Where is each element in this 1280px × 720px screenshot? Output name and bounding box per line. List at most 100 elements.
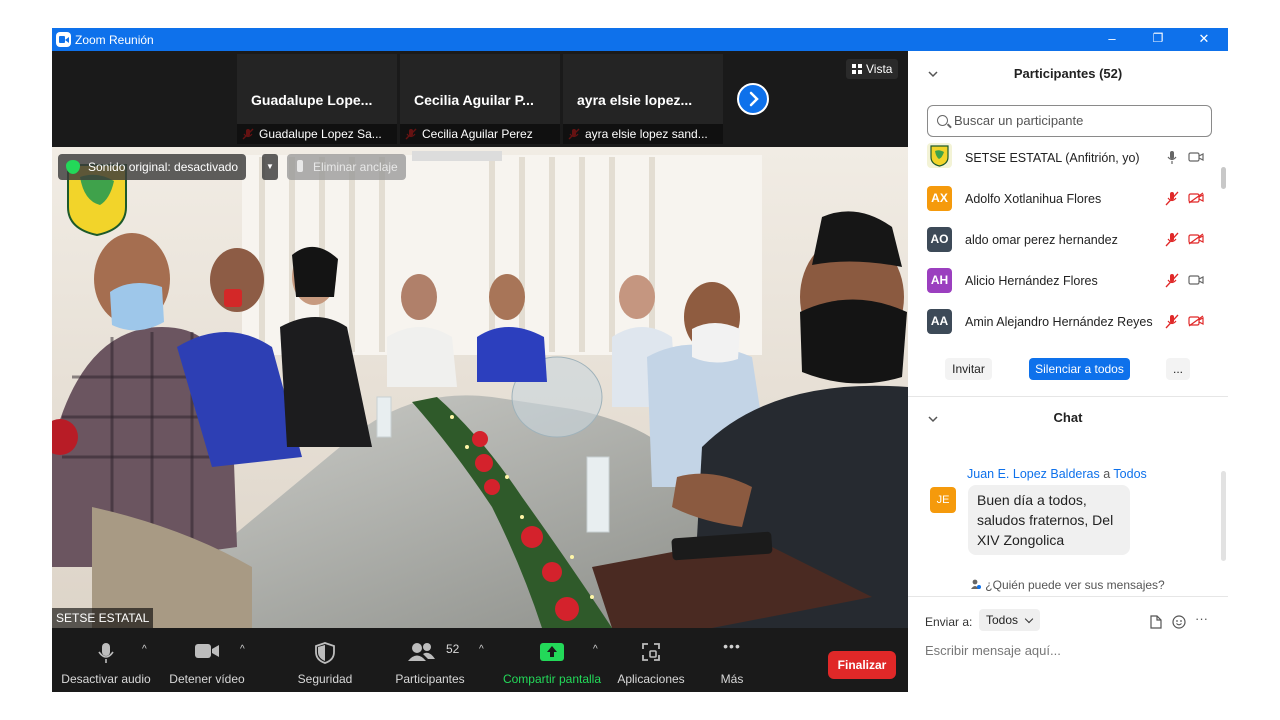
mic-muted-icon[interactable] bbox=[1165, 232, 1179, 247]
stop-video-label: Detener vídeo bbox=[169, 672, 245, 686]
participants-count: 52 bbox=[446, 642, 460, 656]
participant-search-input[interactable]: Buscar un participante bbox=[927, 105, 1212, 137]
chat-sender[interactable]: Juan E. Lopez Balderas bbox=[967, 467, 1100, 481]
audio-options-caret[interactable]: ^ bbox=[142, 644, 147, 655]
participant-list-scrollbar[interactable] bbox=[1221, 167, 1226, 189]
video-off-icon[interactable] bbox=[1188, 233, 1204, 245]
send-to-dropdown[interactable]: Todos bbox=[979, 609, 1041, 631]
chat-message-input[interactable]: Escribir mensaje aquí... bbox=[925, 643, 1061, 658]
active-speaker-video[interactable]: Sonido original: desactivado ▼ Eliminar … bbox=[52, 147, 908, 628]
window-title: Zoom Reunión bbox=[75, 33, 154, 47]
video-camera-icon bbox=[195, 644, 219, 658]
share-screen-label: Compartir pantalla bbox=[502, 672, 602, 686]
participant-tile[interactable]: ayra elsie lopez... ayra elsie lopez san… bbox=[563, 54, 723, 144]
participant-name: Amin Alejandro Hernández Reyes bbox=[965, 315, 1153, 329]
participant-row[interactable]: AA Amin Alejandro Hernández Reyes bbox=[908, 301, 1218, 342]
video-off-icon[interactable] bbox=[1188, 315, 1204, 327]
chat-message-bubble: Buen día a todos, saludos fraternos, Del… bbox=[968, 485, 1130, 555]
participant-name: Alicio Hernández Flores bbox=[965, 274, 1098, 288]
mic-muted-icon[interactable] bbox=[1165, 314, 1179, 329]
participants-button[interactable]: 52 Participantes bbox=[390, 628, 470, 692]
search-icon bbox=[937, 115, 948, 126]
chat-sender-avatar: JE bbox=[930, 487, 956, 513]
participant-row[interactable]: AX Adolfo Xotlanihua Flores bbox=[908, 178, 1218, 219]
person-info-icon bbox=[971, 579, 982, 589]
more-dots-icon: ••• bbox=[723, 638, 741, 654]
tile-big-name: Cecilia Aguilar P... bbox=[414, 92, 534, 108]
title-bar: Zoom Reunión – ❐ ✕ bbox=[52, 28, 1228, 51]
participants-header: Participantes (52) bbox=[1013, 66, 1123, 81]
setse-logo-avatar bbox=[927, 143, 952, 168]
who-can-see-label: ¿Quién puede ver sus mensajes? bbox=[985, 578, 1165, 592]
mute-audio-button[interactable]: Desactivar audio bbox=[52, 628, 160, 692]
who-can-see-link[interactable]: ¿Quién puede ver sus mensajes? bbox=[908, 578, 1228, 592]
participant-name: Adolfo Xotlanihua Flores bbox=[965, 192, 1102, 206]
close-button[interactable]: ✕ bbox=[1181, 28, 1227, 51]
pin-icon bbox=[297, 160, 303, 172]
chat-recipient: Todos bbox=[1113, 467, 1147, 481]
apps-button[interactable]: Aplicaciones bbox=[612, 628, 690, 692]
video-off-icon[interactable] bbox=[1188, 192, 1204, 204]
shield-icon bbox=[315, 642, 335, 664]
unpin-button[interactable]: Eliminar anclaje bbox=[287, 154, 406, 180]
microphone-icon bbox=[98, 643, 114, 663]
share-screen-icon bbox=[540, 643, 564, 661]
chat-to-word: a bbox=[1103, 467, 1111, 481]
restore-button[interactable]: ❐ bbox=[1135, 28, 1181, 51]
participants-options-caret[interactable]: ^ bbox=[479, 644, 484, 655]
video-camera-icon[interactable] bbox=[1188, 274, 1204, 286]
mute-audio-label: Desactivar audio bbox=[61, 672, 151, 686]
participant-avatar: AH bbox=[927, 268, 952, 293]
original-sound-label: Sonido original: desactivado bbox=[88, 160, 239, 174]
participant-row[interactable]: AO aldo omar perez hernandez bbox=[908, 219, 1218, 260]
participant-row[interactable]: SETSE ESTATAL (Anfitrión, yo) bbox=[908, 137, 1218, 178]
send-to-label: Enviar a: bbox=[925, 615, 973, 629]
tile-name-label: ayra elsie lopez sand... bbox=[563, 124, 723, 144]
tile-big-name: ayra elsie lopez... bbox=[577, 92, 693, 108]
meeting-toolbar: Desactivar audio ^ Detener vídeo ^ Segur… bbox=[52, 628, 908, 692]
unpin-label: Eliminar anclaje bbox=[313, 160, 398, 174]
participant-name: aldo omar perez hernandez bbox=[965, 233, 1118, 247]
meeting-area: Guadalupe Lope... Guadalupe Lopez Sa... … bbox=[52, 51, 908, 692]
next-page-button[interactable] bbox=[737, 83, 769, 115]
participant-tile[interactable]: Guadalupe Lope... Guadalupe Lopez Sa... bbox=[237, 54, 397, 144]
participant-row[interactable]: AH Alicio Hernández Flores bbox=[908, 260, 1218, 301]
view-button[interactable]: Vista bbox=[846, 59, 899, 79]
participant-avatar: AA bbox=[927, 309, 952, 334]
original-sound-dropdown[interactable]: ▼ bbox=[262, 154, 278, 180]
side-panel: Participantes (52) Buscar un participant… bbox=[908, 51, 1228, 692]
participant-tile[interactable]: Cecilia Aguilar P... Cecilia Aguilar Per… bbox=[400, 54, 560, 144]
zoom-logo-icon bbox=[56, 32, 71, 47]
mic-muted-icon[interactable] bbox=[1165, 273, 1179, 288]
share-options-caret[interactable]: ^ bbox=[593, 644, 598, 655]
mic-muted-icon[interactable] bbox=[1165, 191, 1179, 206]
panel-divider bbox=[908, 596, 1228, 597]
microphone-icon[interactable] bbox=[1165, 150, 1179, 165]
video-camera-icon[interactable] bbox=[1188, 151, 1204, 163]
emoji-icon[interactable] bbox=[1172, 615, 1186, 629]
participant-name: SETSE ESTATAL (Anfitrión, yo) bbox=[965, 151, 1140, 165]
chat-more-icon[interactable]: ··· bbox=[1195, 611, 1208, 626]
chat-header: Chat bbox=[1053, 410, 1083, 425]
share-screen-button[interactable]: Compartir pantalla bbox=[500, 628, 604, 692]
stop-video-button[interactable]: Detener vídeo bbox=[164, 628, 250, 692]
chat-message-header: Juan E. Lopez Balderas a Todos bbox=[967, 467, 1147, 481]
mute-all-button[interactable]: Silenciar a todos bbox=[1029, 358, 1130, 380]
chat-scrollbar[interactable] bbox=[1221, 471, 1226, 561]
file-icon[interactable] bbox=[1150, 615, 1162, 629]
more-button[interactable]: ••• Más bbox=[707, 628, 757, 692]
meeting-room-scene bbox=[52, 147, 908, 628]
original-sound-toggle[interactable]: Sonido original: desactivado bbox=[58, 154, 247, 180]
minimize-button[interactable]: – bbox=[1089, 28, 1135, 51]
tile-name-label: Guadalupe Lopez Sa... bbox=[237, 124, 397, 144]
video-options-caret[interactable]: ^ bbox=[240, 644, 245, 655]
invite-button[interactable]: Invitar bbox=[945, 358, 992, 380]
end-meeting-button[interactable]: Finalizar bbox=[828, 651, 896, 679]
speaker-name-label: SETSE ESTATAL bbox=[52, 608, 154, 628]
panel-divider bbox=[908, 396, 1228, 397]
tile-big-name: Guadalupe Lope... bbox=[251, 92, 373, 108]
participants-more-button[interactable]: ... bbox=[1166, 358, 1190, 380]
security-button[interactable]: Seguridad bbox=[288, 628, 362, 692]
participant-avatar: AO bbox=[927, 227, 952, 252]
filmstrip: Guadalupe Lope... Guadalupe Lopez Sa... … bbox=[52, 51, 908, 147]
